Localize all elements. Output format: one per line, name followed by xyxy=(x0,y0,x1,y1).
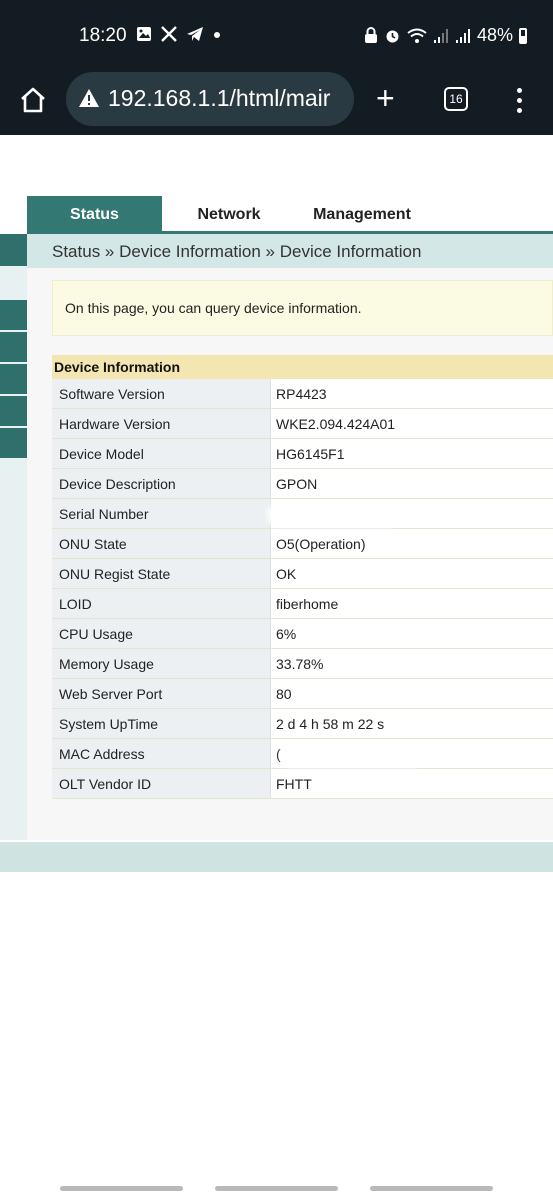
x-icon xyxy=(161,26,177,42)
row-label: MAC Address xyxy=(52,739,271,768)
table-row: CPU Usage 6% xyxy=(52,619,553,649)
breadcrumb-text: Status » Device Information » Device Inf… xyxy=(52,242,422,261)
table-row: ONU State O5(Operation) xyxy=(52,529,553,559)
nav-gesture-home[interactable] xyxy=(215,1186,338,1191)
side-menu-item[interactable] xyxy=(0,428,27,458)
nav-gesture-recents[interactable] xyxy=(370,1186,493,1191)
row-label: ONU State xyxy=(52,529,271,558)
row-label: Hardware Version xyxy=(52,409,271,438)
row-value: 33.78% xyxy=(271,649,553,678)
table-row: Device Model HG6145F1 xyxy=(52,439,553,469)
table-row: MAC Address ( xyxy=(52,739,553,769)
table-row: Web Server Port 80 xyxy=(52,679,553,709)
table-row: System UpTime 2 d 4 h 58 m 22 s xyxy=(52,709,553,739)
battery-percent: 48% xyxy=(476,25,513,45)
side-menu-item[interactable] xyxy=(0,332,27,362)
row-value: 80 xyxy=(271,679,553,708)
dot-icon xyxy=(214,32,220,38)
row-value: 2 d 4 h 58 m 22 s xyxy=(271,709,553,738)
row-value-redacted: ( xyxy=(271,739,553,768)
side-menu-item[interactable] xyxy=(0,364,27,394)
table-row: OLT Vendor ID FHTT xyxy=(52,769,553,799)
row-label: OLT Vendor ID xyxy=(52,769,271,798)
info-notice: On this page, you can query device infor… xyxy=(52,280,553,336)
device-info-table: Device Information Software Version RP442… xyxy=(52,355,553,799)
address-bar[interactable]: 192.168.1.1/html/mair xyxy=(66,72,354,126)
notification-icons xyxy=(136,26,222,42)
row-label: CPU Usage xyxy=(52,619,271,648)
battery-icon xyxy=(519,27,527,44)
new-tab-button[interactable]: + xyxy=(376,82,395,114)
row-label: Device Model xyxy=(52,439,271,468)
row-value: FHTT xyxy=(271,769,553,798)
system-icons: 48% xyxy=(364,25,527,46)
notice-text: On this page, you can query device infor… xyxy=(65,300,362,316)
side-menu xyxy=(0,234,27,840)
signal-icon xyxy=(433,28,448,43)
table-row: Software Version RP4423 xyxy=(52,379,553,409)
wifi-icon xyxy=(407,28,427,43)
footer-band xyxy=(0,842,553,872)
row-value: O5(Operation) xyxy=(271,529,553,558)
row-label: Software Version xyxy=(52,379,271,408)
more-menu-icon[interactable] xyxy=(514,86,524,114)
telegram-icon xyxy=(187,27,203,41)
side-menu-item[interactable] xyxy=(0,234,27,266)
table-title: Device Information xyxy=(52,355,553,379)
table-row: Serial Number xyxy=(52,499,553,529)
row-value: ( xyxy=(276,746,281,762)
clock: 18:20 xyxy=(79,25,127,46)
table-row: ONU Regist State OK xyxy=(52,559,553,589)
row-value: HG6145F1 xyxy=(271,439,553,468)
home-icon[interactable] xyxy=(18,85,48,115)
warning-icon[interactable] xyxy=(78,87,100,109)
row-label: System UpTime xyxy=(52,709,271,738)
gallery-icon xyxy=(137,27,151,41)
redaction-mark xyxy=(285,747,419,763)
table-row: Hardware Version WKE2.094.424A01 xyxy=(52,409,553,439)
side-menu-item[interactable] xyxy=(0,300,27,330)
row-value: OK xyxy=(271,559,553,588)
url-text[interactable]: 192.168.1.1/html/mair xyxy=(108,85,348,112)
row-value: RP4423 xyxy=(271,379,553,408)
table-row: Memory Usage 33.78% xyxy=(52,649,553,679)
row-label: Device Description xyxy=(52,469,271,498)
table-row: Device Description GPON xyxy=(52,469,553,499)
tab-management[interactable]: Management xyxy=(296,196,428,234)
row-label: Memory Usage xyxy=(52,649,271,678)
main-nav: Status Network Management xyxy=(0,196,553,234)
row-label: Serial Number xyxy=(52,499,271,528)
row-value: GPON xyxy=(271,469,553,498)
table-row: LOID fiberhome xyxy=(52,589,553,619)
row-value: WKE2.094.424A01 xyxy=(271,409,553,438)
row-label: ONU Regist State xyxy=(52,559,271,588)
browser-toolbar: 192.168.1.1/html/mair + 16 xyxy=(0,72,553,135)
nav-gesture-back[interactable] xyxy=(60,1186,183,1191)
tab-status[interactable]: Status xyxy=(27,196,162,234)
alarm-icon xyxy=(386,30,399,43)
tab-network[interactable]: Network xyxy=(162,196,296,234)
status-bar: 18:20 48% xyxy=(0,0,553,72)
breadcrumb: Status » Device Information » Device Inf… xyxy=(27,234,553,268)
row-value: fiberhome xyxy=(271,589,553,618)
row-value: 6% xyxy=(271,619,553,648)
row-value-redacted xyxy=(271,499,553,528)
row-label: LOID xyxy=(52,589,271,618)
tab-switcher-button[interactable]: 16 xyxy=(444,87,468,111)
lock-icon xyxy=(364,27,377,43)
redaction-mark xyxy=(271,507,395,523)
row-label: Web Server Port xyxy=(52,679,271,708)
signal-icon xyxy=(455,28,470,43)
side-menu-item[interactable] xyxy=(0,396,27,426)
